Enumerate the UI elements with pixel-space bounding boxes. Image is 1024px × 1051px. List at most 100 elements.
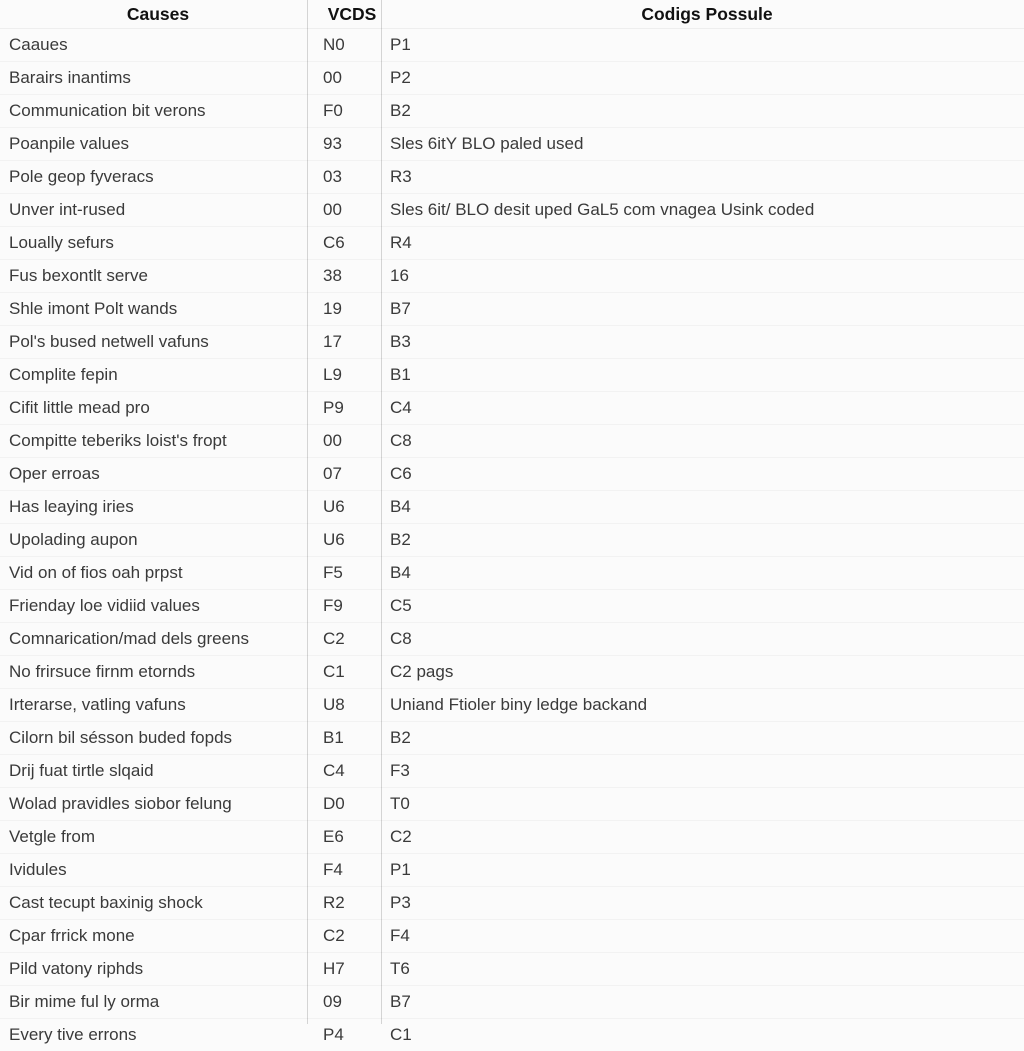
cell-code: C6 (381, 458, 1024, 491)
cell-code: C5 (381, 590, 1024, 623)
table-row[interactable]: Cilorn bil sésson buded fopdsB1B2 (0, 722, 1024, 755)
cell-code: C2 pags (381, 656, 1024, 689)
cell-cause: Bir mime ful ly orma (0, 986, 307, 1019)
causes-codes-table: Causes VCDS Codigs Possule CaauesN0P1Bar… (0, 0, 1024, 1024)
cell-vcds: 19 (307, 293, 381, 326)
cell-vcds: 00 (307, 194, 381, 227)
table-row[interactable]: Wolad pravidles siobor felungD0T0 (0, 788, 1024, 821)
table-body: CaauesN0P1Barairs inantims00P2Communicat… (0, 29, 1024, 1051)
table-row[interactable]: Bir mime ful ly orma09B7 (0, 986, 1024, 1019)
cell-vcds: C1 (307, 656, 381, 689)
cell-vcds: D0 (307, 788, 381, 821)
cell-cause: Cifit little mead pro (0, 392, 307, 425)
cell-vcds: F9 (307, 590, 381, 623)
cell-code: P1 (381, 29, 1024, 62)
cell-cause: Caaues (0, 29, 307, 62)
cell-cause: Every tive errons (0, 1019, 307, 1051)
table-row[interactable]: IvidulesF4P1 (0, 854, 1024, 887)
table-row[interactable]: Drij fuat tirtle slqaidC4F3 (0, 755, 1024, 788)
table-row[interactable]: Has leaying iriesU6B4 (0, 491, 1024, 524)
table-row[interactable]: Vid on of fios oah prpstF5B4 (0, 557, 1024, 590)
table-row[interactable]: CaauesN0P1 (0, 29, 1024, 62)
table-row[interactable]: Irterarse, vatling vafunsU8Uniand Ftiole… (0, 689, 1024, 722)
table-header: Causes VCDS Codigs Possule (0, 0, 1024, 29)
table-row[interactable]: Comnarication/mad dels greensC2C8 (0, 623, 1024, 656)
cell-vcds: C4 (307, 755, 381, 788)
cell-vcds: L9 (307, 359, 381, 392)
table-row[interactable]: Oper erroas07C6 (0, 458, 1024, 491)
cell-code: B2 (381, 95, 1024, 128)
table-row[interactable]: No frirsuce firnm etorndsC1C2 pags (0, 656, 1024, 689)
cell-vcds: 93 (307, 128, 381, 161)
cell-vcds: 03 (307, 161, 381, 194)
cell-cause: Poanpile values (0, 128, 307, 161)
cell-cause: No frirsuce firnm etornds (0, 656, 307, 689)
table-row[interactable]: Fus bexontlt serve3816 (0, 260, 1024, 293)
cell-vcds: N0 (307, 29, 381, 62)
table-row[interactable]: Cpar frrick moneC2F4 (0, 920, 1024, 953)
cell-cause: Cpar frrick mone (0, 920, 307, 953)
table-row[interactable]: Loually sefursC6R4 (0, 227, 1024, 260)
table-row[interactable]: Barairs inantims00P2 (0, 62, 1024, 95)
cell-vcds: 00 (307, 62, 381, 95)
cell-vcds: C2 (307, 920, 381, 953)
cell-cause: Unver int-rused (0, 194, 307, 227)
cell-cause: Fus bexontlt serve (0, 260, 307, 293)
cell-code: F3 (381, 755, 1024, 788)
cell-code: T0 (381, 788, 1024, 821)
cell-code: C2 (381, 821, 1024, 854)
cell-cause: Drij fuat tirtle slqaid (0, 755, 307, 788)
cell-code: Uniand Ftioler biny ledge backand (381, 689, 1024, 722)
cell-code: B2 (381, 722, 1024, 755)
cell-vcds: F4 (307, 854, 381, 887)
cell-code: R3 (381, 161, 1024, 194)
cell-vcds: 09 (307, 986, 381, 1019)
cell-code: Sles 6it/ BLO desit uped GaL5 com vnagea… (381, 194, 1024, 227)
cell-vcds: 17 (307, 326, 381, 359)
table-row[interactable]: Pol's bused netwell vafuns17B3 (0, 326, 1024, 359)
cell-cause: Comnarication/mad dels greens (0, 623, 307, 656)
table-row[interactable]: Poanpile values93Sles 6itY BLO paled use… (0, 128, 1024, 161)
cell-vcds: F0 (307, 95, 381, 128)
cell-code: B2 (381, 524, 1024, 557)
cell-vcds: 00 (307, 425, 381, 458)
table-row[interactable]: Vetgle fromE6C2 (0, 821, 1024, 854)
table-row[interactable]: Upolading auponU6B2 (0, 524, 1024, 557)
cell-vcds: U6 (307, 524, 381, 557)
cell-code: 16 (381, 260, 1024, 293)
cell-code: B4 (381, 557, 1024, 590)
table-row[interactable]: Shle imont Polt wands19B7 (0, 293, 1024, 326)
cell-code: Sles 6itY BLO paled used (381, 128, 1024, 161)
data-table: Causes VCDS Codigs Possule CaauesN0P1Bar… (0, 0, 1024, 1051)
table-row[interactable]: Communication bit veronsF0B2 (0, 95, 1024, 128)
table-row[interactable]: Cast tecupt baxinig shockR2P3 (0, 887, 1024, 920)
cell-vcds: 38 (307, 260, 381, 293)
column-header-codigs-possule[interactable]: Codigs Possule (381, 0, 1024, 29)
cell-cause: Cast tecupt baxinig shock (0, 887, 307, 920)
cell-code: C1 (381, 1019, 1024, 1051)
cell-vcds: B1 (307, 722, 381, 755)
cell-vcds: P4 (307, 1019, 381, 1051)
table-row[interactable]: Cifit little mead proP9C4 (0, 392, 1024, 425)
table-row[interactable]: Unver int-rused00Sles 6it/ BLO desit upe… (0, 194, 1024, 227)
table-row[interactable]: Complite fepinL9B1 (0, 359, 1024, 392)
cell-vcds: P9 (307, 392, 381, 425)
cell-code: R4 (381, 227, 1024, 260)
cell-code: C8 (381, 623, 1024, 656)
cell-code: B3 (381, 326, 1024, 359)
cell-vcds: R2 (307, 887, 381, 920)
table-row[interactable]: Every tive erronsP4C1 (0, 1019, 1024, 1051)
column-header-vcds[interactable]: VCDS (307, 0, 381, 29)
cell-vcds: F5 (307, 557, 381, 590)
table-row[interactable]: Pild vatony riphdsH7T6 (0, 953, 1024, 986)
cell-code: C4 (381, 392, 1024, 425)
table-row[interactable]: Pole geop fyveracs03R3 (0, 161, 1024, 194)
table-row[interactable]: Frienday loe vidiid valuesF9C5 (0, 590, 1024, 623)
cell-code: P2 (381, 62, 1024, 95)
cell-code: T6 (381, 953, 1024, 986)
cell-cause: Loually sefurs (0, 227, 307, 260)
column-header-causes[interactable]: Causes (0, 0, 307, 29)
cell-vcds: 07 (307, 458, 381, 491)
cell-code: C8 (381, 425, 1024, 458)
table-row[interactable]: Compitte teberiks loist's fropt00C8 (0, 425, 1024, 458)
